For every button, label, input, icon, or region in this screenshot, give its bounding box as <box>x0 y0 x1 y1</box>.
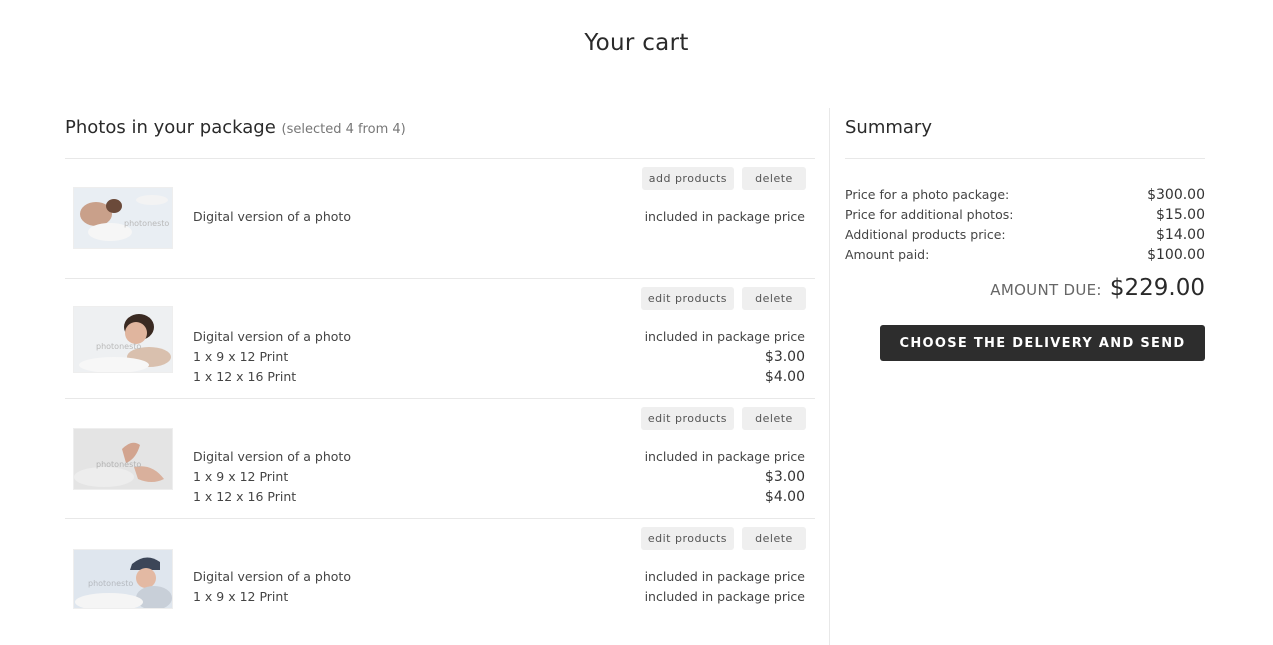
summary-value: $15.00 <box>1156 207 1205 223</box>
item-description: Digital version of a photo 1 x 9 x 12 Pr… <box>193 327 351 387</box>
item-line: 1 x 9 x 12 Print <box>193 589 289 604</box>
amount-due-value: $229.00 <box>1109 275 1205 301</box>
amount-due-label: AMOUNT DUE: <box>990 281 1102 299</box>
edit-products-button[interactable]: edit products <box>640 287 734 310</box>
summary-row: Price for additional photos: $15.00 <box>845 205 1205 225</box>
item-line: Digital version of a photo <box>193 449 351 464</box>
item-price: included in package price <box>644 569 805 584</box>
summary-rows: Price for a photo package: $300.00 Price… <box>845 185 1205 265</box>
photo-thumbnail[interactable]: photonesto <box>73 187 173 249</box>
edit-products-button[interactable]: edit products <box>640 407 734 430</box>
item-description: Digital version of a photo <box>193 207 351 227</box>
photo-thumbnail[interactable]: photonesto <box>73 549 173 609</box>
delete-button[interactable]: delete <box>742 167 806 190</box>
package-item-list: add products delete photonesto Digital v… <box>65 159 815 639</box>
item-actions: edit products delete <box>640 407 806 430</box>
summary-title: Summary <box>845 117 932 138</box>
summary-row: Additional products price: $14.00 <box>845 225 1205 245</box>
delete-button[interactable]: delete <box>742 527 806 550</box>
delete-button[interactable]: delete <box>742 407 806 430</box>
delete-button[interactable]: delete <box>742 287 806 310</box>
item-actions: edit products delete <box>640 287 806 310</box>
edit-products-button[interactable]: edit products <box>640 527 734 550</box>
summary-value: $300.00 <box>1147 187 1205 203</box>
item-actions: edit products delete <box>640 527 806 550</box>
package-selection-count: (selected 4 from 4) <box>281 122 406 137</box>
photo-thumbnail[interactable]: photonesto <box>73 306 173 373</box>
summary-divider <box>845 158 1205 159</box>
item-line: Digital version of a photo <box>193 329 351 344</box>
item-line: 1 x 12 x 16 Print <box>193 489 297 504</box>
svg-text:photonesto: photonesto <box>124 219 169 228</box>
item-description: Digital version of a photo 1 x 9 x 12 Pr… <box>193 567 351 607</box>
item-prices: included in package price $3.00 $4.00 <box>645 447 805 507</box>
item-line: 1 x 9 x 12 Print <box>193 469 289 484</box>
summary-row: Amount paid: $100.00 <box>845 245 1205 265</box>
add-products-button[interactable]: add products <box>641 167 734 190</box>
item-price: $4.00 <box>764 369 805 385</box>
svg-text:photonesto: photonesto <box>96 460 141 469</box>
package-section: Photos in your package (selected 4 from … <box>65 116 815 639</box>
package-item: edit products delete photonesto Digital … <box>65 399 815 519</box>
summary-label: Price for additional photos: <box>845 207 1014 222</box>
item-prices: included in package price included in pa… <box>645 567 805 607</box>
amount-due: AMOUNT DUE: $229.00 <box>845 275 1205 301</box>
photo-thumbnail[interactable]: photonesto <box>73 428 173 490</box>
item-line: Digital version of a photo <box>193 569 351 584</box>
item-description: Digital version of a photo 1 x 9 x 12 Pr… <box>193 447 351 507</box>
summary-row: Price for a photo package: $300.00 <box>845 185 1205 205</box>
item-price: included in package price <box>644 209 805 224</box>
item-prices: included in package price <box>645 207 805 227</box>
item-price: included in package price <box>644 449 805 464</box>
item-prices: included in package price $3.00 $4.00 <box>645 327 805 387</box>
choose-delivery-button[interactable]: CHOOSE THE DELIVERY AND SEND <box>880 325 1205 361</box>
summary-value: $14.00 <box>1156 227 1205 243</box>
column-divider <box>829 108 830 645</box>
package-item: edit products delete photonesto Digital … <box>65 519 815 639</box>
item-price: $4.00 <box>764 489 805 505</box>
svg-text:photonesto: photonesto <box>88 579 133 588</box>
package-item: edit products delete photonesto Digital … <box>65 279 815 399</box>
item-price: included in package price <box>644 329 805 344</box>
summary-value: $100.00 <box>1147 247 1205 263</box>
summary-label: Additional products price: <box>845 227 1006 242</box>
summary-label: Price for a photo package: <box>845 187 1010 202</box>
summary-label: Amount paid: <box>845 247 930 262</box>
item-line: 1 x 12 x 16 Print <box>193 369 297 384</box>
package-item: add products delete photonesto Digital v… <box>65 159 815 279</box>
package-title: Photos in your package <box>65 117 276 138</box>
page-title: Your cart <box>584 30 689 56</box>
item-price: included in package price <box>644 589 805 604</box>
package-heading: Photos in your package (selected 4 from … <box>65 116 815 142</box>
item-price: $3.00 <box>764 469 805 485</box>
item-price: $3.00 <box>764 349 805 365</box>
svg-text:photonesto: photonesto <box>96 342 141 351</box>
summary-panel: Summary Price for a photo package: $300.… <box>845 116 1205 361</box>
item-line: Digital version of a photo <box>193 209 351 224</box>
item-line: 1 x 9 x 12 Print <box>193 349 289 364</box>
item-actions: add products delete <box>641 167 806 190</box>
